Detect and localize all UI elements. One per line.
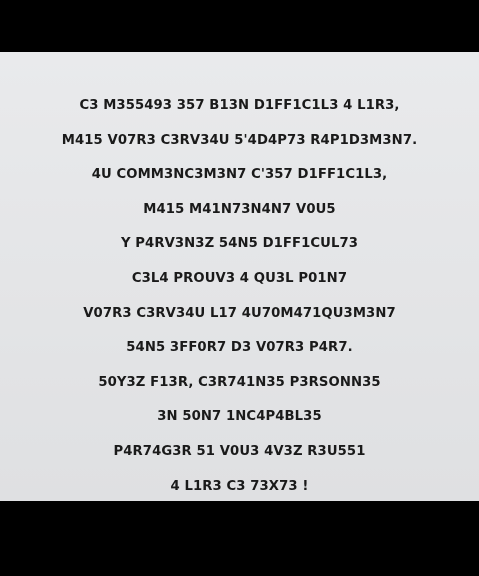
message-line-2: M415 V07R3 C3RV34U 5'4D4P73 R4P1D3M3N7.: [61, 132, 418, 148]
text-panel: C3 M355493 357 B13N D1FF1C1L3 4 L1R3, M4…: [0, 52, 479, 501]
message-line-5: Y P4RV3N3Z 54N5 D1FF1CUL73: [120, 236, 359, 252]
message-line-6: C3L4 PROUV3 4 QU3L P01N7: [131, 270, 348, 286]
message-line-4: M415 M41N73N4N7 V0U5: [143, 201, 336, 217]
message-lines: C3 M355493 357 B13N D1FF1C1L3 4 L1R3, M4…: [0, 94, 479, 509]
top-black-bar: [0, 0, 479, 52]
message-line-11: P4R74G3R 51 V0U3 4V3Z R3U551: [113, 443, 366, 459]
message-line-9: 50Y3Z F13R, C3R741N35 P3RSONN35: [98, 374, 381, 390]
message-line-1: C3 M355493 357 B13N D1FF1C1L3 4 L1R3,: [79, 98, 400, 113]
bottom-black-bar: [0, 501, 479, 576]
message-line-8: 54N5 3FF0R7 D3 V07R3 P4R7.: [126, 340, 353, 356]
message-line-10: 3N 50N7 1NC4P4BL35: [157, 409, 322, 425]
message-line-7: V07R3 C3RV34U L17 4U70M471QU3M3N7: [83, 305, 396, 321]
message-line-3: 4U COMM3NC3M3N7 C'357 D1FF1C1L3,: [91, 167, 388, 183]
